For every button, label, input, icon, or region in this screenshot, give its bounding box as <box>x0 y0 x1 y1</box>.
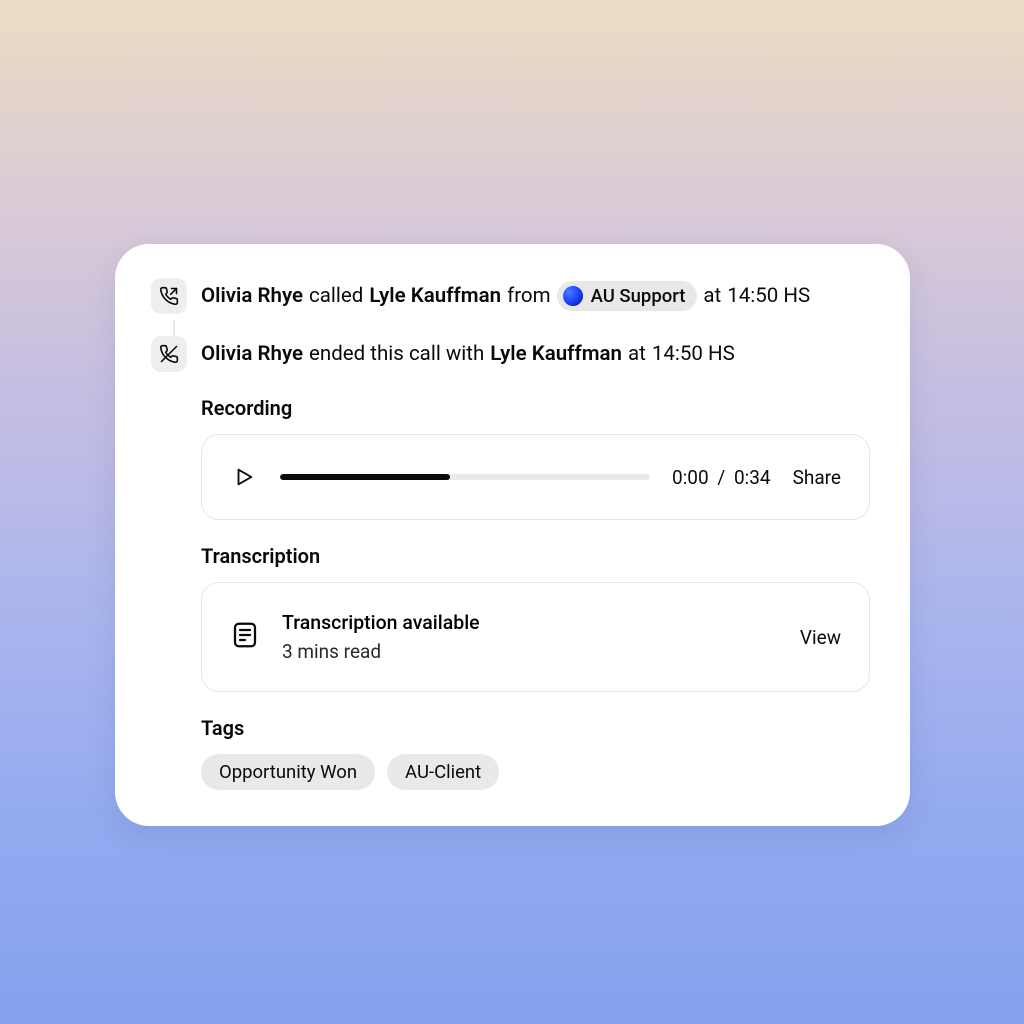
event-time: 14:50 HS <box>727 284 810 308</box>
callee-name: Lyle Kauffman <box>369 284 501 308</box>
share-button[interactable]: Share <box>793 466 841 489</box>
transcription-panel: Transcription available 3 mins read View <box>201 582 870 692</box>
tag-pill[interactable]: AU-Client <box>387 754 499 790</box>
from-word: from <box>507 284 551 308</box>
transcription-label: Transcription <box>201 544 870 568</box>
call-ended-icon <box>151 336 187 372</box>
caller-name: Olivia Rhye <box>201 284 303 308</box>
event-time: 14:50 HS <box>652 342 735 366</box>
progress-fill <box>280 474 450 480</box>
tags-label: Tags <box>201 716 870 740</box>
transcription-title: Transcription available <box>282 611 778 634</box>
callee-name: Lyle Kauffman <box>490 342 622 366</box>
progress-bar[interactable] <box>280 474 650 480</box>
tag-pill[interactable]: Opportunity Won <box>201 754 375 790</box>
playback-time: 0:00 / 0:34 <box>672 466 771 489</box>
tags-row: Opportunity Won AU-Client <box>201 754 870 790</box>
event-verb: called <box>309 284 363 308</box>
document-icon <box>230 620 260 654</box>
transcription-subtitle: 3 mins read <box>282 640 778 663</box>
at-word: at <box>628 342 646 366</box>
caller-name: Olivia Rhye <box>201 342 303 366</box>
team-label: AU Support <box>591 285 686 307</box>
globe-icon <box>561 284 585 308</box>
call-activity-card: Olivia Rhye called Lyle Kauffman from AU… <box>115 244 910 826</box>
play-button[interactable] <box>230 463 258 491</box>
at-word: at <box>703 284 721 308</box>
recording-label: Recording <box>201 396 870 420</box>
team-pill[interactable]: AU Support <box>557 281 698 311</box>
view-button[interactable]: View <box>800 626 841 649</box>
event-verb: ended this call with <box>309 342 484 366</box>
call-outgoing-icon <box>151 278 187 314</box>
recording-player: 0:00 / 0:34 Share <box>201 434 870 520</box>
timeline-event-ended: Olivia Rhye ended this call with Lyle Ka… <box>151 336 870 372</box>
timeline-event-called: Olivia Rhye called Lyle Kauffman from AU… <box>151 278 870 314</box>
